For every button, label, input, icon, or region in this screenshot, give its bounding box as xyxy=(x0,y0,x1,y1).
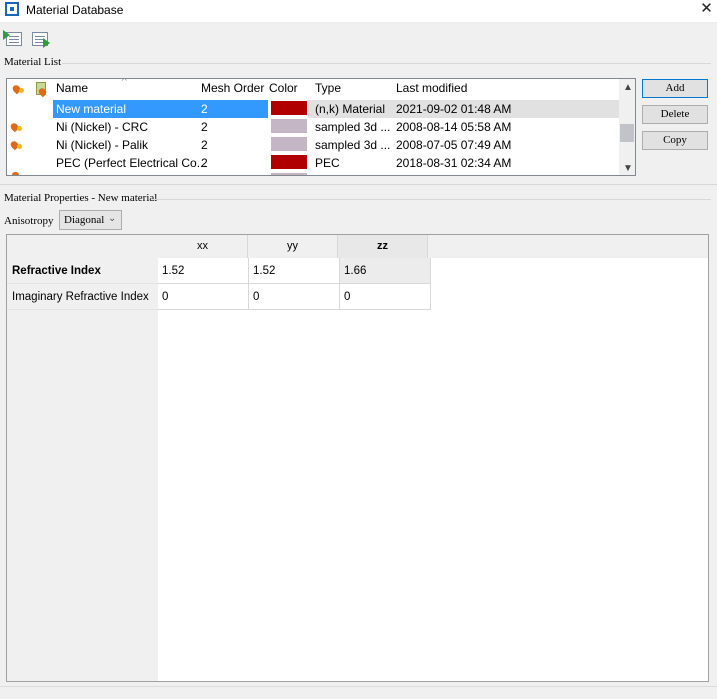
cell-n-zz[interactable]: 1.66 xyxy=(340,258,431,284)
app-icon xyxy=(5,2,19,16)
scroll-thumb[interactable] xyxy=(620,124,634,142)
table-row[interactable]: New material 2 (n,k) Material 2021-09-02… xyxy=(7,100,621,118)
flame-icon xyxy=(9,139,23,151)
col-zz: zz xyxy=(338,235,428,258)
table-row[interactable]: Ni (Nickel) - CRC 2 sampled 3d ... 2008-… xyxy=(7,118,621,136)
row-color-swatch xyxy=(271,137,307,151)
table-row[interactable]: Ni (Nickel) - Palik 2 sampled 3d ... 200… xyxy=(7,136,621,154)
add-button[interactable]: Add xyxy=(642,79,708,98)
flame-icon xyxy=(9,121,23,133)
delete-button[interactable]: Delete xyxy=(642,105,708,124)
row-type: PEC xyxy=(315,156,340,170)
row-name: Ni (Nickel) - CRC xyxy=(56,120,148,134)
export-icon[interactable] xyxy=(29,30,51,48)
chevron-down-icon: ⌄ xyxy=(108,213,117,224)
row-mesh-order: 2 xyxy=(201,102,208,116)
properties-grid: xx yy zz Refractive Index Imaginary Refr… xyxy=(6,234,709,682)
table-row[interactable]: PEC (Perfect Electrical Co... 2 PEC 2018… xyxy=(7,154,621,172)
cell-k-yy[interactable]: 0 xyxy=(249,284,340,310)
row-refractive-index: Refractive Index xyxy=(7,258,158,284)
row-name: PEC (Perfect Electrical Co... xyxy=(56,156,207,170)
list-scrollbar[interactable]: ▲ ▼ xyxy=(619,79,635,175)
row-type: sampled 3d ... xyxy=(315,138,391,152)
title-bar: Material Database ✕ xyxy=(0,0,717,22)
row-color-swatch xyxy=(271,173,307,175)
grid-header: xx yy zz xyxy=(7,235,707,258)
row-color-swatch xyxy=(271,155,307,169)
window-title: Material Database xyxy=(26,3,124,17)
divider xyxy=(0,184,717,185)
row-modified: 2018-08-31 02:34 AM xyxy=(396,156,512,170)
col-yy: yy xyxy=(248,235,338,258)
row-mesh-order: 2 xyxy=(201,120,208,134)
col-type[interactable]: Type xyxy=(315,81,341,95)
import-icon[interactable] xyxy=(3,30,25,48)
row-modified: 2008-08-14 05:58 AM xyxy=(396,120,512,134)
material-list-label: Material List xyxy=(4,56,62,68)
col-mesh-order[interactable]: Mesh Order xyxy=(201,81,264,95)
row-imaginary-refractive-index: Imaginary Refractive Index xyxy=(7,284,158,310)
material-properties-label: Material Properties - New material xyxy=(4,192,158,204)
row-modified: 2008-07-05 07:49 AM xyxy=(396,138,512,152)
cell-n-yy[interactable]: 1.52 xyxy=(249,258,340,284)
chevron-down-icon[interactable]: ▼ xyxy=(623,163,633,174)
row-color-swatch xyxy=(271,101,307,115)
divider xyxy=(62,63,711,64)
copy-button[interactable]: Copy xyxy=(642,131,708,150)
cell-k-xx[interactable]: 0 xyxy=(158,284,249,310)
col-color[interactable]: Color xyxy=(269,81,298,95)
row-name: New material xyxy=(56,102,127,116)
anisotropy-select[interactable]: Diagonal ⌄ xyxy=(59,210,122,230)
sort-up-icon: ^ xyxy=(122,78,127,87)
grid-row-headers xyxy=(7,258,158,681)
grid-empty-area xyxy=(158,258,708,681)
row-modified: 2021-09-02 01:48 AM xyxy=(396,102,512,116)
script-flame-icon[interactable] xyxy=(34,82,48,98)
col-xx: xx xyxy=(158,235,248,258)
flame-icon[interactable] xyxy=(11,82,26,96)
row-type: (n,k) Material xyxy=(315,102,386,116)
row-color-swatch xyxy=(271,119,307,133)
row-name: Ni (Nickel) - Palik xyxy=(56,138,149,152)
row-type: sampled 3d ... xyxy=(315,120,391,134)
flame-icon xyxy=(12,172,19,175)
close-icon[interactable]: ✕ xyxy=(696,0,717,20)
anisotropy-value: Diagonal xyxy=(64,214,105,226)
cell-k-zz[interactable]: 0 xyxy=(340,284,431,310)
chevron-up-icon[interactable]: ▲ xyxy=(623,82,633,93)
cell-n-xx[interactable]: 1.52 xyxy=(158,258,249,284)
status-bar xyxy=(0,686,717,699)
col-name[interactable]: Name xyxy=(56,81,88,95)
material-table[interactable]: ^ Name Mesh Order Color Type Last modifi… xyxy=(6,78,636,176)
row-mesh-order: 2 xyxy=(201,138,208,152)
row-mesh-order: 2 xyxy=(201,156,208,170)
divider xyxy=(152,199,711,200)
anisotropy-label: Anisotropy xyxy=(4,215,54,227)
col-last-modified[interactable]: Last modified xyxy=(396,81,467,95)
grid-empty-area xyxy=(429,258,708,311)
